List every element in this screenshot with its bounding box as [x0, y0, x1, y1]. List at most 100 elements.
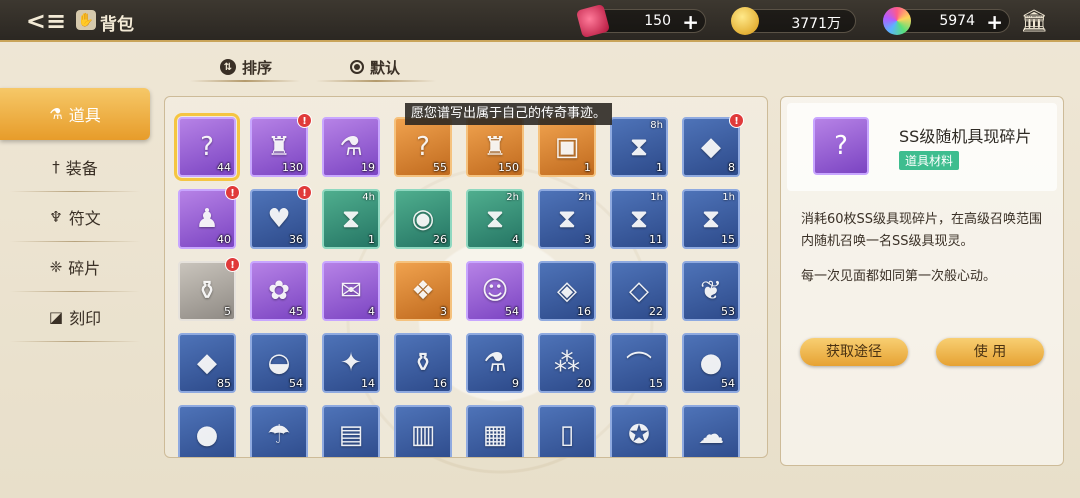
inventory-item[interactable]: ☺ 54 — [466, 261, 524, 321]
item-count: 3 — [440, 305, 447, 318]
item-icon: ✪ — [628, 420, 650, 450]
inventory-item[interactable]: ● 54 — [682, 333, 740, 393]
inventory-item[interactable]: ⧗ 2h 4 — [466, 189, 524, 249]
use-button[interactable]: 使 用 — [936, 338, 1044, 366]
top-bar: <≡ ✋ 背包 150 + 3771万 5974 + 🏛 — [0, 0, 1080, 42]
sidebar-item-label: 装备 — [65, 159, 98, 178]
inventory-item[interactable]: ❦ 53 — [682, 261, 740, 321]
inventory-item[interactable]: ⌒ 15 — [610, 333, 668, 393]
seal-icon: ◪ — [48, 308, 64, 326]
shard-card-icon: ? — [813, 117, 869, 175]
inventory-item[interactable]: ◉ 26 — [394, 189, 452, 249]
crystal-icon — [883, 7, 911, 35]
inventory-item[interactable]: ⧗ 1h 11 — [610, 189, 668, 249]
item-count: 22 — [649, 305, 663, 318]
sidebar-item-label: 刻印 — [69, 309, 102, 328]
inventory-item[interactable]: ♜ 130! — [250, 113, 312, 177]
item-count: 1 — [368, 233, 375, 246]
currency-value: 3771万 — [791, 16, 841, 32]
inventory-item[interactable]: ✉ 4 — [322, 261, 380, 321]
alert-badge-icon: ! — [297, 185, 312, 200]
inventory-grid: ? 44 ♜ 130! ⚗ 19? 55 ♜ 150 ▣ 1 ⧗ 8h 1 ◆ 8! ♟ 40! ♥ 36! ⧗ 4h 1 ◉… — [174, 113, 744, 457]
inventory-item[interactable]: ? 55 — [394, 117, 452, 177]
gold-coin-icon — [731, 7, 759, 35]
item-count: 1 — [656, 161, 663, 174]
sort-icon: ⇅ — [220, 59, 236, 75]
currency-crystal: 5974 + — [883, 7, 1010, 35]
inventory-item[interactable]: ▣ 1 — [538, 117, 596, 177]
sidebar-item-items[interactable]: ⚗ 道具 — [0, 88, 150, 140]
inventory-item[interactable]: ⚗ 19 — [322, 117, 380, 177]
currency-value: 150 — [644, 13, 671, 29]
inventory-item[interactable]: ⚱ 16 — [394, 333, 452, 393]
add-crystal-button[interactable]: + — [986, 10, 1003, 34]
inventory-item[interactable]: ◆ 85 — [178, 333, 236, 393]
page-title: 背包 — [100, 15, 134, 35]
inventory-item[interactable]: ◇ 22 — [610, 261, 668, 321]
inventory-item[interactable]: ◈ 16 — [538, 261, 596, 321]
sword-icon: † — [52, 158, 60, 176]
add-ticket-button[interactable]: + — [682, 10, 699, 34]
tooltip: 愿您谱写出属于自己的传奇事迹。 — [405, 103, 613, 125]
inventory-item[interactable]: ◆ 8! — [682, 113, 744, 177]
inventory-item[interactable]: ⚗ 9 — [466, 333, 524, 393]
sidebar-item-shards[interactable]: ❈ 碎片 — [0, 242, 150, 292]
sort-button[interactable]: ⇅ 排序 — [220, 54, 272, 80]
item-count: 9 — [512, 377, 519, 390]
sidebar-item-runes[interactable]: ♆ 符文 — [0, 192, 150, 242]
inventory-item[interactable]: ⧗ 2h 3 — [538, 189, 596, 249]
item-count: 14 — [361, 377, 375, 390]
inventory-item[interactable]: ⚱ 5! — [178, 257, 240, 321]
item-count: 36 — [289, 233, 303, 246]
inventory-item[interactable]: ▥ — [394, 405, 452, 457]
inventory-item[interactable]: ⧗ 8h 1 — [610, 117, 668, 177]
inventory-item[interactable]: ☁ — [682, 405, 740, 457]
item-count: 85 — [217, 377, 231, 390]
divider — [190, 80, 300, 82]
item-timer: 4h — [362, 192, 375, 203]
item-count: 150 — [498, 161, 519, 174]
inventory-item[interactable]: ▤ — [322, 405, 380, 457]
inventory-item[interactable]: ⧗ 4h 1 — [322, 189, 380, 249]
currency-gold: 3771万 — [731, 7, 856, 35]
inventory-item[interactable]: ✿ 45 — [250, 261, 308, 321]
shard-icon: ❈ — [49, 258, 63, 276]
inventory-item[interactable]: ⧗ 1h 15 — [682, 189, 740, 249]
back-arrow-icon[interactable]: <≡ — [26, 7, 66, 35]
item-name: SS级随机具现碎片 — [899, 127, 1032, 146]
inventory-item[interactable]: ● — [178, 405, 236, 457]
inventory-item[interactable]: ❖ 3 — [394, 261, 452, 321]
flask-icon: ⚗ — [49, 105, 63, 123]
inventory-item[interactable]: ♜ 150 — [466, 117, 524, 177]
inventory-item[interactable]: ▦ — [466, 405, 524, 457]
item-count: 11 — [649, 233, 663, 246]
item-timer: 8h — [650, 120, 663, 131]
category-sidebar: ⚗ 道具 † 装备 ♆ 符文 ❈ 碎片 ◪ 刻印 — [0, 88, 150, 342]
item-type-tag: 道具材料 — [899, 151, 960, 170]
sidebar-item-seals[interactable]: ◪ 刻印 — [0, 292, 150, 342]
divider — [316, 80, 436, 82]
sidebar-item-equipment[interactable]: † 装备 — [0, 142, 150, 192]
item-count: 8 — [728, 161, 735, 174]
bank-icon[interactable]: 🏛 — [1018, 8, 1050, 36]
inventory-item[interactable]: ✪ — [610, 405, 668, 457]
item-icon: ☂ — [267, 420, 291, 450]
item-timer: 2h — [578, 192, 591, 203]
inventory-item[interactable]: ⁂ 20 — [538, 333, 596, 393]
default-filter-button[interactable]: 默认 — [350, 54, 400, 80]
inventory-item[interactable]: ? 44 — [174, 113, 240, 181]
inventory-item[interactable]: ◒ 54 — [250, 333, 308, 393]
sidebar-item-label: 符文 — [68, 209, 101, 228]
ticket-icon — [575, 3, 611, 39]
inventory-item[interactable]: ☂ — [250, 405, 308, 457]
inventory-item[interactable]: ♟ 40! — [178, 185, 240, 249]
item-count: 54 — [289, 377, 303, 390]
item-count: 15 — [649, 377, 663, 390]
default-label: 默认 — [370, 58, 401, 77]
source-button[interactable]: 获取途径 — [800, 338, 908, 366]
item-count: 26 — [433, 233, 447, 246]
inventory-item[interactable]: ▯ — [538, 405, 596, 457]
item-count: 16 — [577, 305, 591, 318]
inventory-item[interactable]: ✦ 14 — [322, 333, 380, 393]
inventory-item[interactable]: ♥ 36! — [250, 185, 312, 249]
